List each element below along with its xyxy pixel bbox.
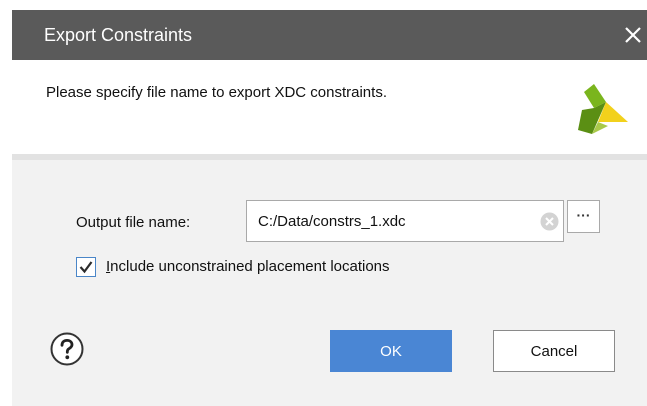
close-icon — [625, 27, 641, 43]
close-button[interactable] — [617, 22, 647, 48]
output-file-label: Output file name: — [76, 214, 191, 231]
ok-button[interactable]: OK — [330, 330, 452, 372]
dialog-title: Export Constraints — [44, 25, 193, 45]
title-bar: Export Constraints — [12, 10, 647, 60]
include-placement-checkbox[interactable] — [76, 257, 96, 277]
include-placement-label-text: nclude unconstrained placement locations — [110, 258, 390, 275]
checkmark-icon — [79, 261, 93, 274]
include-placement-label: Include unconstrained placement location… — [106, 258, 390, 275]
cancel-button[interactable]: Cancel — [493, 330, 615, 372]
header-divider — [12, 154, 647, 160]
help-icon — [50, 332, 84, 366]
export-constraints-dialog: Export Constraints Please specify file n… — [12, 10, 647, 406]
output-file-field — [246, 200, 564, 242]
browse-button[interactable]: ··· — [567, 200, 600, 233]
output-file-input[interactable] — [247, 201, 527, 241]
xilinx-logo-icon — [578, 84, 628, 134]
clear-circle-icon[interactable] — [540, 212, 559, 231]
dialog-header: Please specify file name to export XDC c… — [12, 60, 647, 154]
instruction-message: Please specify file name to export XDC c… — [46, 84, 387, 101]
help-button[interactable] — [50, 332, 84, 366]
